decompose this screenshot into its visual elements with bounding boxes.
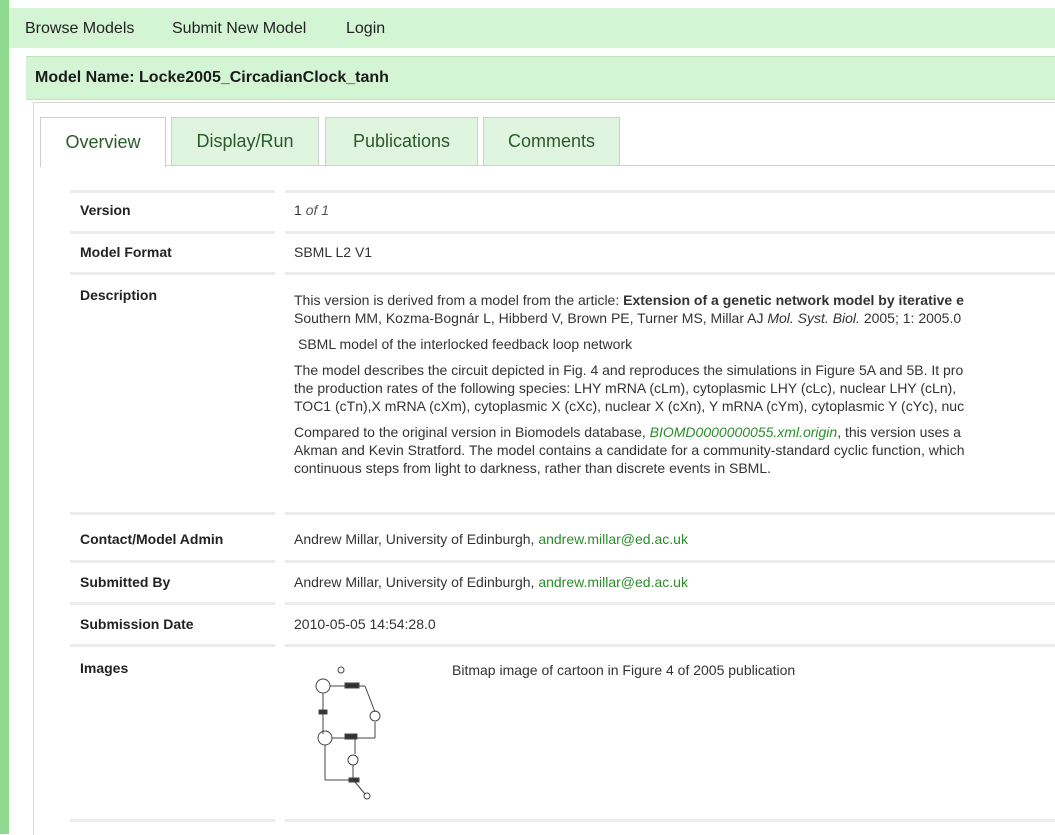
submission-date-label: Submission Date bbox=[80, 616, 194, 632]
contact-email-link[interactable]: andrew.millar@ed.ac.uk bbox=[538, 531, 688, 547]
row-divider bbox=[70, 512, 275, 515]
journal-name: Mol. Syst. Biol. bbox=[767, 310, 860, 326]
image-caption: Bitmap image of cartoon in Figure 4 of 2… bbox=[452, 662, 796, 678]
tab-overview[interactable]: Overview bbox=[40, 117, 166, 167]
model-format-label: Model Format bbox=[80, 244, 172, 260]
tab-publications[interactable]: Publications bbox=[325, 117, 478, 165]
nav-submit-model[interactable]: Submit New Model bbox=[172, 20, 306, 38]
description-line: continuous steps from light to darkness,… bbox=[294, 460, 772, 476]
row-divider bbox=[70, 190, 275, 193]
left-accent-stripe bbox=[0, 0, 9, 834]
tab-display-run[interactable]: Display/Run bbox=[171, 117, 319, 165]
top-navigation: Browse Models Submit New Model Login bbox=[9, 8, 1055, 48]
biomodels-file-link[interactable]: BIOMD0000000055.xml.origin bbox=[650, 424, 838, 440]
version-label: Version bbox=[80, 202, 131, 218]
description-line: Akman and Kevin Stratford. The model con… bbox=[294, 442, 965, 458]
row-divider bbox=[285, 512, 1055, 515]
model-title-bar: Model Name: Locke2005_CircadianClock_tan… bbox=[26, 56, 1055, 100]
nav-browse-models[interactable]: Browse Models bbox=[25, 20, 134, 38]
description-label: Description bbox=[80, 287, 158, 303]
model-cartoon-image[interactable] bbox=[305, 662, 385, 802]
article-title: Extension of a genetic network model by … bbox=[623, 292, 964, 308]
description-line: The model describes the circuit depicted… bbox=[294, 362, 964, 378]
description-line: Southern MM, Kozma-Bognár L, Hibberd V, … bbox=[294, 310, 962, 326]
version-value: 1 of 1 bbox=[294, 202, 329, 218]
row-divider bbox=[70, 602, 275, 605]
row-divider bbox=[70, 231, 275, 234]
row-divider bbox=[285, 644, 1055, 647]
row-divider bbox=[70, 560, 275, 563]
row-divider bbox=[285, 602, 1055, 605]
contact-admin-label: Contact/Model Admin bbox=[80, 531, 224, 547]
version-total: of 1 bbox=[305, 202, 330, 218]
tab-bar-divider bbox=[40, 165, 1055, 166]
submission-date-value: 2010-05-05 14:54:28.0 bbox=[294, 616, 436, 632]
model-format-value: SBML L2 V1 bbox=[294, 244, 373, 260]
row-divider bbox=[70, 819, 275, 822]
description-line: This version is derived from a model fro… bbox=[294, 292, 964, 308]
description-line: Compared to the original version in Biom… bbox=[294, 424, 961, 440]
row-divider bbox=[70, 272, 275, 275]
row-divider bbox=[285, 272, 1055, 275]
description-line: the production rates of the following sp… bbox=[294, 380, 957, 396]
submitted-by-label: Submitted By bbox=[80, 574, 171, 590]
row-divider bbox=[285, 560, 1055, 563]
version-number: 1 bbox=[294, 202, 302, 218]
page-title: Model Name: Locke2005_CircadianClock_tan… bbox=[35, 69, 389, 86]
row-divider bbox=[285, 231, 1055, 234]
row-divider bbox=[285, 819, 1055, 822]
row-divider bbox=[285, 190, 1055, 193]
contact-admin-value: Andrew Millar, University of Edinburgh, … bbox=[294, 531, 688, 547]
images-label: Images bbox=[80, 660, 129, 676]
description-line: TOC1 (cTn),X mRNA (cXm), cytoplasmic X (… bbox=[294, 398, 965, 414]
description-line: SBML model of the interlocked feedback l… bbox=[298, 336, 633, 352]
row-divider bbox=[70, 644, 275, 647]
submitter-email-link[interactable]: andrew.millar@ed.ac.uk bbox=[538, 574, 688, 590]
nav-login[interactable]: Login bbox=[346, 20, 385, 38]
submitted-by-value: Andrew Millar, University of Edinburgh, … bbox=[294, 574, 688, 590]
tab-comments[interactable]: Comments bbox=[483, 117, 620, 165]
